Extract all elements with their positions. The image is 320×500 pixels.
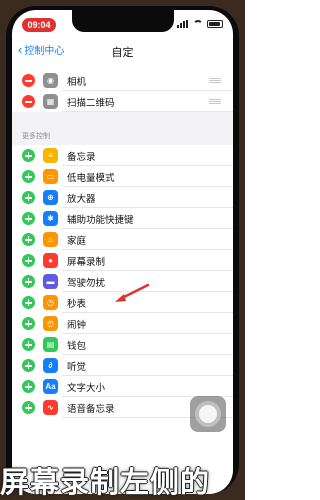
control-label: 驾驶勿扰 bbox=[67, 277, 106, 289]
add-control-button[interactable] bbox=[22, 149, 35, 162]
reorder-handle-icon[interactable] bbox=[209, 99, 221, 104]
add-control-button[interactable] bbox=[22, 170, 35, 183]
controls-list: ◉ 相机 ▦ 扫描二维码 更多控制 ≡ 备忘录 ▭ 低电量模式 ⊕ 放大器 ✱ 辅助功能快捷键 ⌂ 家庭… bbox=[12, 70, 233, 418]
add-control-button[interactable] bbox=[22, 275, 35, 288]
navigation-bar: ‹ 控制中心 自定 bbox=[12, 36, 233, 64]
status-icons bbox=[177, 20, 223, 28]
list-item[interactable]: ⌂ 家庭 bbox=[12, 229, 233, 250]
list-item[interactable]: ⊕ 放大器 bbox=[12, 187, 233, 208]
control-label: 相机 bbox=[67, 76, 87, 88]
list-item[interactable]: ◉ 相机 bbox=[12, 70, 233, 91]
add-control-button[interactable] bbox=[22, 254, 35, 267]
phone-screen: 09:04 ‹ 控制中心 自定 ◉ 相机 ▦ 扫描二维码 更多控制 ≡ 备忘录 ▭ 低电量模… bbox=[12, 10, 233, 494]
wifi-icon bbox=[193, 20, 203, 28]
remove-control-button[interactable] bbox=[22, 95, 35, 108]
control-label: 放大器 bbox=[67, 193, 96, 205]
status-bar: 09:04 bbox=[12, 10, 233, 36]
list-item[interactable]: ∂ 听觉 bbox=[12, 355, 233, 376]
assistive-touch-button[interactable] bbox=[190, 396, 226, 432]
add-control-button[interactable] bbox=[22, 338, 35, 351]
control-label: 文字大小 bbox=[67, 382, 106, 394]
add-control-button[interactable] bbox=[22, 233, 35, 246]
list-item[interactable]: ▬ 驾驶勿扰 bbox=[12, 271, 233, 292]
list-item[interactable]: ▤ 钱包 bbox=[12, 334, 233, 355]
control-label: 备忘录 bbox=[67, 151, 96, 163]
alarm-icon: ◴ bbox=[43, 316, 58, 331]
reorder-handle-icon[interactable] bbox=[209, 78, 221, 83]
add-control-button[interactable] bbox=[22, 296, 35, 309]
more-controls: ≡ 备忘录 ▭ 低电量模式 ⊕ 放大器 ✱ 辅助功能快捷键 ⌂ 家庭 ● 屏幕录制 ▬ 驾驶勿扰 ◷ 秒表 ◴ 闹… bbox=[12, 145, 233, 418]
row-divider bbox=[62, 111, 233, 112]
car-icon: ▬ bbox=[43, 274, 58, 289]
list-item[interactable]: ◴ 闹钟 bbox=[12, 313, 233, 334]
wallet-icon: ▤ bbox=[43, 337, 58, 352]
screen-record-icon: ● bbox=[43, 253, 58, 268]
list-item[interactable]: Aa 文字大小 bbox=[12, 376, 233, 397]
control-label: 扫描二维码 bbox=[67, 97, 115, 109]
status-time: 09:04 bbox=[22, 18, 56, 32]
section-gap bbox=[12, 112, 233, 128]
list-item[interactable]: ▦ 扫描二维码 bbox=[12, 91, 233, 112]
more-controls-header: 更多控制 bbox=[12, 128, 233, 145]
signal-icon bbox=[177, 20, 189, 28]
add-control-button[interactable] bbox=[22, 191, 35, 204]
notch bbox=[72, 10, 174, 32]
caption-overlay: 屏幕录制左侧的 bbox=[0, 467, 211, 499]
qr-code-icon: ▦ bbox=[43, 94, 58, 109]
add-control-button[interactable] bbox=[22, 212, 35, 225]
list-item[interactable]: ≡ 备忘录 bbox=[12, 145, 233, 166]
control-label: 屏幕录制 bbox=[67, 256, 106, 268]
text-size-icon: Aa bbox=[43, 379, 58, 394]
page-title: 自定 bbox=[111, 47, 134, 59]
control-label: 低电量模式 bbox=[67, 172, 115, 184]
control-label: 语音备忘录 bbox=[67, 403, 115, 415]
list-item[interactable]: ◷ 秒表 bbox=[12, 292, 233, 313]
add-control-button[interactable] bbox=[22, 401, 35, 414]
control-label: 家庭 bbox=[67, 235, 87, 247]
magnifier-icon: ⊕ bbox=[43, 190, 58, 205]
list-item[interactable]: ● 屏幕录制 bbox=[12, 250, 233, 271]
battery-status-icon bbox=[207, 20, 223, 28]
voice-memo-icon: ∿ bbox=[43, 400, 58, 415]
battery-icon: ▭ bbox=[43, 169, 58, 184]
control-label: 听觉 bbox=[67, 361, 87, 373]
control-label: 秒表 bbox=[67, 298, 87, 310]
control-label: 辅助功能快捷键 bbox=[67, 214, 134, 226]
camera-icon: ◉ bbox=[43, 73, 58, 88]
notes-icon: ≡ bbox=[43, 148, 58, 163]
control-label: 闹钟 bbox=[67, 319, 87, 331]
stopwatch-icon: ◷ bbox=[43, 295, 58, 310]
ear-icon: ∂ bbox=[43, 358, 58, 373]
included-controls: ◉ 相机 ▦ 扫描二维码 bbox=[12, 70, 233, 112]
control-label: 钱包 bbox=[67, 340, 87, 352]
add-control-button[interactable] bbox=[22, 317, 35, 330]
home-icon: ⌂ bbox=[43, 232, 58, 247]
add-control-button[interactable] bbox=[22, 380, 35, 393]
list-item[interactable]: ✱ 辅助功能快捷键 bbox=[12, 208, 233, 229]
accessibility-icon: ✱ bbox=[43, 211, 58, 226]
list-item[interactable]: ▭ 低电量模式 bbox=[12, 166, 233, 187]
remove-control-button[interactable] bbox=[22, 74, 35, 87]
add-control-button[interactable] bbox=[22, 359, 35, 372]
